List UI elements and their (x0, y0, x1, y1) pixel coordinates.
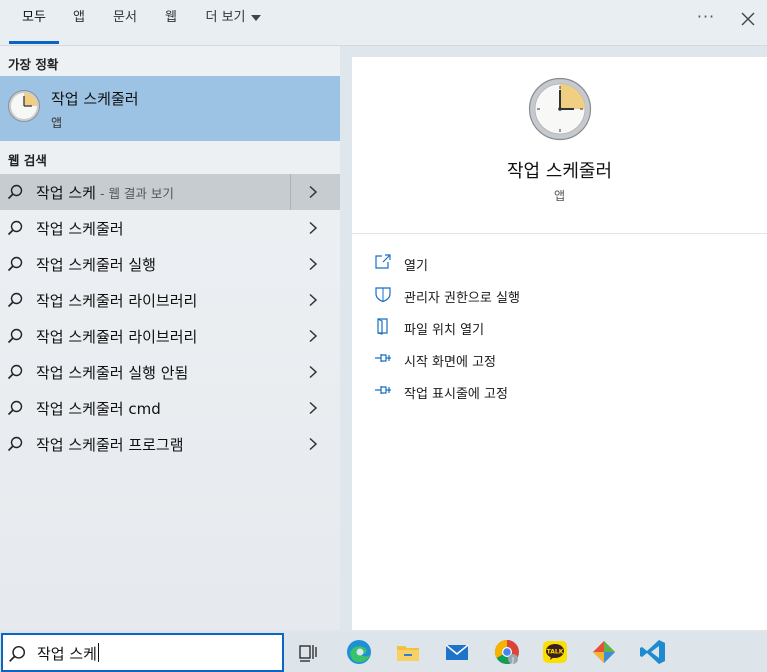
chrome-icon[interactable]: J (491, 636, 523, 668)
close-icon[interactable] (735, 6, 761, 32)
taskbar-search-input[interactable]: 작업 스케 (1, 633, 284, 672)
row-divider (290, 174, 291, 210)
text-cursor (97, 643, 99, 662)
tab-all[interactable]: 모두 (9, 0, 59, 44)
tab-web[interactable]: 웹 (160, 0, 182, 44)
file-location-icon (377, 318, 388, 335)
ellipsis-icon[interactable]: ··· (694, 4, 718, 32)
chevron-right-icon[interactable] (308, 329, 318, 347)
tab-documents[interactable]: 문서 (108, 0, 142, 44)
search-icon (7, 220, 23, 240)
pin-to-taskbar-label: 작업 표시줄에 고정 (404, 387, 508, 402)
app-detail-panel: 작업 스케줄러 앱 열기 관리자 권한으로 실행 파일 위치 열기 시작 화면에… (352, 57, 767, 630)
web-result-label: 작업 스케줄러 (36, 220, 124, 238)
clock-icon (7, 89, 41, 127)
svg-text:J: J (511, 656, 514, 664)
search-icon (7, 328, 23, 348)
pin-icon (375, 386, 391, 394)
mail-icon[interactable] (441, 636, 473, 668)
vscode-icon[interactable] (637, 636, 669, 668)
git-icon[interactable] (588, 636, 620, 668)
web-result-suffix: - 웹 결과 보기 (99, 186, 174, 201)
file-explorer-icon[interactable] (392, 636, 424, 668)
svg-text:TALK: TALK (547, 649, 564, 656)
clock-icon (528, 77, 592, 145)
web-result-label: 작업 스케줄러 실행 (36, 256, 156, 274)
search-icon (7, 364, 23, 384)
pin-to-start-label: 시작 화면에 고정 (404, 355, 496, 370)
web-result-row[interactable]: 작업 스케줄러 cmd (0, 390, 340, 426)
pin-to-start-action[interactable]: 시작 화면에 고정 (374, 348, 674, 372)
web-result-row[interactable]: 작업 스케줄러 실행 (0, 246, 340, 282)
search-icon (7, 292, 23, 312)
pin-to-taskbar-action[interactable]: 작업 표시줄에 고정 (374, 380, 674, 404)
task-view-icon[interactable] (292, 636, 324, 668)
best-match-title: 작업 스케줄러 (51, 90, 139, 108)
web-search-header: 웹 검색 (8, 153, 47, 168)
chevron-right-icon[interactable] (308, 437, 318, 455)
chevron-right-icon[interactable] (308, 401, 318, 419)
chevron-right-icon[interactable] (308, 365, 318, 383)
app-type: 앱 (553, 189, 566, 203)
kakaotalk-icon[interactable]: TALK (539, 636, 571, 668)
search-icon (7, 436, 23, 456)
web-result-label: 작업 스케줄러 실행 안됨 (36, 364, 189, 382)
web-result-label: 작업 스케줄러 라이브러리 (36, 292, 198, 310)
web-result-row[interactable]: 작업 스케줄러 (0, 210, 340, 246)
chevron-right-icon[interactable] (308, 185, 318, 203)
tab-apps[interactable]: 앱 (66, 0, 92, 44)
search-filter-bar: 모두 앱 문서 웹 더 보기 ··· (0, 0, 767, 46)
chevron-right-icon[interactable] (308, 221, 318, 239)
search-icon (7, 184, 23, 204)
best-match-header: 가장 정확 (8, 57, 59, 72)
search-icon (8, 645, 26, 667)
web-result-label: 작업 스케쥴러 라이브러리 (36, 328, 198, 346)
web-result-row[interactable]: 작업 스케줄러 라이브러리 (0, 282, 340, 318)
web-result-label: 작업 스케 (36, 184, 96, 202)
search-icon (7, 256, 23, 276)
open-file-location-action[interactable]: 파일 위치 열기 (374, 316, 674, 340)
web-result-row[interactable]: 작업 스케 - 웹 결과 보기 (0, 174, 340, 210)
search-query-text: 작업 스케 (37, 645, 97, 663)
shield-icon (375, 287, 391, 303)
web-result-label: 작업 스케줄러 cmd (36, 400, 161, 418)
web-result-label: 작업 스케줄러 프로그램 (36, 436, 184, 454)
open-action-label: 열기 (404, 259, 428, 274)
best-match-item[interactable]: 작업 스케줄러 앱 (0, 76, 340, 141)
tab-more-dropdown[interactable]: 더 보기 (199, 0, 267, 44)
web-result-row[interactable]: 작업 스케줄러 실행 안됨 (0, 354, 340, 390)
app-title: 작업 스케줄러 (506, 161, 613, 182)
chevron-right-icon[interactable] (308, 257, 318, 275)
search-icon (7, 400, 23, 420)
web-result-row[interactable]: 작업 스케쥴러 라이브러리 (0, 318, 340, 354)
results-panel: 가장 정확 작업 스케줄러 앱 웹 검색 작업 스케 - 웹 결과 보기 작업 스… (0, 46, 340, 630)
web-result-row[interactable]: 작업 스케줄러 프로그램 (0, 426, 340, 462)
open-icon (375, 254, 391, 269)
edge-icon[interactable] (343, 636, 375, 668)
run-as-admin-action[interactable]: 관리자 권한으로 실행 (374, 284, 674, 308)
chevron-down-icon (250, 14, 261, 21)
open-file-location-label: 파일 위치 열기 (404, 323, 485, 338)
divider (352, 233, 767, 234)
chevron-right-icon[interactable] (308, 293, 318, 311)
pin-icon (375, 354, 391, 362)
open-action[interactable]: 열기 (374, 252, 674, 276)
taskbar: 작업 스케 J TALK (0, 632, 767, 672)
best-match-type: 앱 (51, 116, 63, 130)
run-as-admin-label: 관리자 권한으로 실행 (404, 291, 520, 306)
